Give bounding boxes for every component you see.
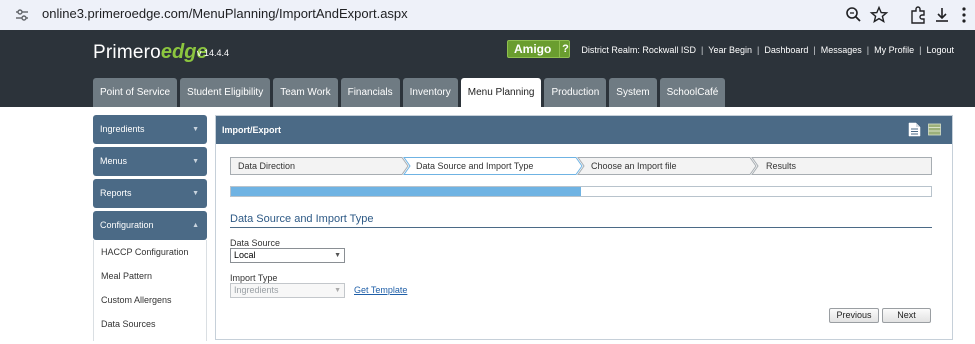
amigo-button[interactable]: Amigo ? [507, 40, 570, 58]
logo-primary: Primero [93, 42, 161, 63]
extensions-icon[interactable] [908, 5, 928, 25]
step-results[interactable]: Results [766, 157, 796, 175]
tab-inventory[interactable]: Inventory [402, 78, 458, 107]
tune-icon[interactable] [14, 7, 30, 23]
sidebar-section-menus[interactable]: Menus ▼ [93, 147, 207, 176]
tab-menu-planning[interactable]: Menu Planning [460, 78, 542, 108]
grid-icon[interactable] [928, 122, 941, 137]
tab-financials[interactable]: Financials [340, 78, 400, 107]
sidebar-item-partial [93, 336, 207, 341]
logout-link[interactable]: Logout [926, 45, 954, 55]
tab-schoolcafe[interactable]: SchoolCafé [659, 78, 726, 107]
sidebar-section-label: Menus [100, 156, 128, 166]
address-bar[interactable]: online3.primeroedge.com/MenuPlanning/Imp… [42, 6, 408, 21]
tab-system[interactable]: System [609, 78, 657, 107]
import-export-panel: Import/Export Data Direction Data Source… [215, 115, 953, 340]
sidebar-section-label: Reports [100, 188, 132, 198]
sidebar-section-reports[interactable]: Reports ▼ [93, 179, 207, 208]
progress-fill [231, 187, 581, 196]
divider: | [866, 45, 870, 55]
amigo-help-icon[interactable]: ? [559, 41, 571, 57]
sidebar: Ingredients ▼ Menus ▼ Reports ▼ Configur… [93, 115, 207, 341]
district-realm-label[interactable]: District Realm: Rockwall ISD [581, 45, 696, 55]
step-data-direction[interactable]: Data Direction [238, 157, 295, 175]
my-profile-link[interactable]: My Profile [874, 45, 914, 55]
download-icon[interactable] [932, 5, 952, 25]
chevron-up-icon: ▲ [192, 222, 199, 229]
wizard-steps: Data Direction Data Source and Import Ty… [230, 157, 932, 175]
sidebar-item-custom-allergens[interactable]: Custom Allergens [93, 288, 207, 312]
step-data-source[interactable]: Data Source and Import Type [416, 157, 533, 175]
app-header: Primeroedge v 14.4.4 Amigo ? District Re… [0, 30, 975, 108]
zoom-icon[interactable] [844, 5, 864, 25]
top-links: District Realm: Rockwall ISD | Year Begin |… [581, 45, 954, 55]
messages-link[interactable]: Messages [821, 45, 862, 55]
sidebar-section-label: Configuration [100, 220, 154, 230]
import-type-value: Ingredients [234, 285, 279, 295]
import-type-label: Import Type [230, 273, 278, 283]
browser-toolbar: online3.primeroedge.com/MenuPlanning/Imp… [0, 0, 975, 30]
divider: | [700, 45, 704, 55]
sidebar-section-label: Ingredients [100, 124, 145, 134]
sidebar-section-configuration[interactable]: Configuration ▲ [93, 211, 207, 240]
panel-title: Import/Export [222, 125, 282, 135]
sidebar-section-ingredients[interactable]: Ingredients ▼ [93, 115, 207, 144]
data-source-select[interactable]: Local ▼ [230, 248, 345, 263]
document-icon[interactable] [908, 122, 921, 137]
chevron-down-icon: ▼ [192, 158, 199, 165]
chevron-down-icon: ▼ [334, 252, 341, 259]
get-template-link[interactable]: Get Template [354, 285, 407, 295]
sidebar-item-data-sources[interactable]: Data Sources [93, 312, 207, 336]
section-divider [230, 227, 932, 228]
steps-background [230, 157, 932, 175]
section-title: Data Source and Import Type [230, 213, 374, 225]
version-label: v 14.4.4 [197, 48, 230, 58]
chevron-down-icon: ▼ [334, 287, 341, 294]
tab-point-of-service[interactable]: Point of Service [93, 78, 178, 107]
year-begin-link[interactable]: Year Begin [708, 45, 752, 55]
dashboard-link[interactable]: Dashboard [764, 45, 808, 55]
step-choose-import-file[interactable]: Choose an Import file [591, 157, 677, 175]
menu-dots-icon[interactable] [954, 5, 974, 25]
tab-team-work[interactable]: Team Work [273, 78, 338, 107]
data-source-value: Local [234, 250, 256, 260]
chevron-down-icon: ▼ [192, 190, 199, 197]
panel-header: Import/Export [216, 116, 952, 144]
divider: | [813, 45, 816, 55]
sidebar-item-meal-pattern[interactable]: Meal Pattern [93, 264, 207, 288]
tab-student-eligibility[interactable]: Student Eligibility [180, 78, 271, 107]
sidebar-item-haccp-configuration[interactable]: HACCP Configuration [93, 240, 207, 264]
tab-production[interactable]: Production [544, 78, 607, 107]
amigo-label: Amigo [514, 42, 552, 56]
divider: | [919, 45, 922, 55]
next-button[interactable]: Next [882, 308, 931, 323]
import-type-select[interactable]: Ingredients ▼ [230, 283, 345, 298]
logo[interactable]: Primeroedge [93, 41, 208, 64]
progress-bar [230, 186, 932, 197]
star-icon[interactable] [869, 5, 889, 25]
chevron-down-icon: ▼ [192, 126, 199, 133]
main-nav-tabs: Point of Service Student Eligibility Tea… [93, 78, 728, 108]
data-source-label: Data Source [230, 238, 281, 248]
divider: | [757, 45, 760, 55]
previous-button[interactable]: Previous [829, 308, 879, 323]
